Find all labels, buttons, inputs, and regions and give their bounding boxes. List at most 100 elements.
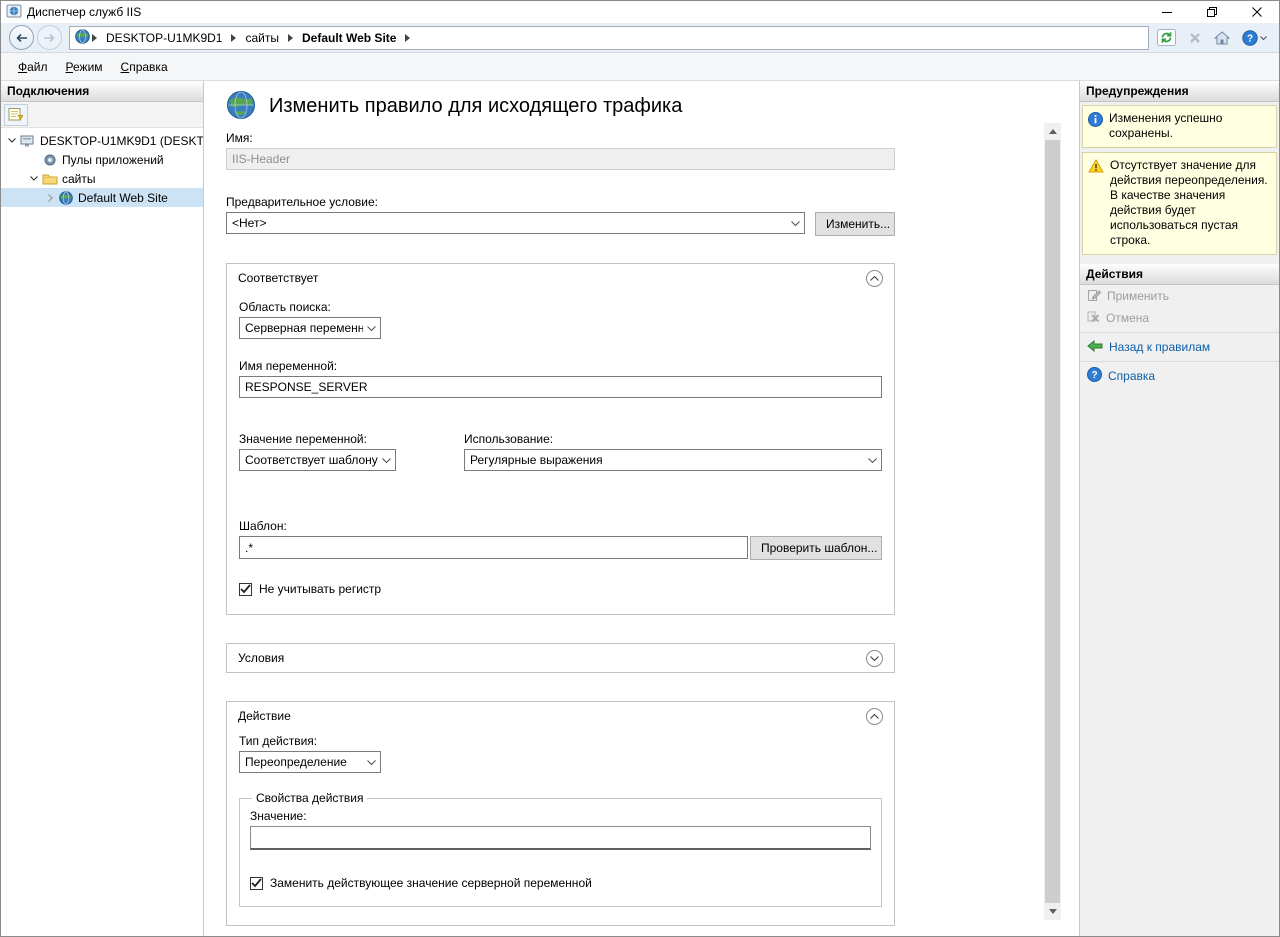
chevron-down-icon — [787, 221, 804, 226]
cancel-action: Отмена — [1080, 307, 1279, 329]
close-button[interactable] — [1234, 1, 1279, 23]
menu-file[interactable]: Файл — [9, 56, 57, 78]
menu-view[interactable]: Режим — [57, 56, 112, 78]
chevron-down-icon — [1049, 909, 1057, 914]
breadcrumb-item-default-web-site[interactable]: Default Web Site — [295, 31, 403, 45]
chevron-down-icon — [870, 656, 879, 661]
chevron-down-icon — [378, 458, 395, 463]
site-icon — [57, 191, 74, 205]
maximize-button[interactable] — [1189, 1, 1234, 23]
conditions-section-title: Условия — [238, 651, 284, 665]
stop-button[interactable] — [1188, 31, 1202, 45]
chevron-expanded-icon[interactable] — [27, 176, 41, 181]
vertical-scrollbar[interactable] — [1044, 123, 1061, 920]
expand-conditions-button[interactable] — [866, 650, 883, 667]
tree-item-label: Пулы приложений — [62, 153, 164, 167]
tree-item-label: сайты — [62, 172, 96, 186]
conditions-section: Условия — [226, 643, 895, 673]
action-type-select[interactable]: Переопределение — [239, 751, 381, 773]
tree-item-app-pools[interactable]: Пулы приложений — [1, 150, 203, 169]
replace-value-checkbox[interactable] — [250, 877, 263, 890]
forward-button[interactable] — [37, 25, 62, 50]
pattern-input[interactable] — [239, 536, 748, 559]
scope-select[interactable]: Серверная переменн — [239, 317, 381, 339]
pattern-label: Шаблон: — [239, 519, 882, 533]
help-icon: ? — [1242, 30, 1258, 46]
variable-name-input[interactable] — [239, 376, 882, 398]
create-connection-icon — [8, 107, 24, 122]
globe-icon — [226, 90, 256, 123]
minimize-button[interactable] — [1144, 1, 1189, 23]
stop-icon — [1188, 31, 1202, 45]
precondition-select[interactable]: <Нет> — [226, 212, 805, 234]
home-button[interactable] — [1214, 31, 1230, 45]
edit-precondition-button[interactable]: Изменить... — [815, 212, 895, 236]
home-icon — [1214, 31, 1230, 45]
help-link[interactable]: ? Справка — [1080, 365, 1279, 387]
menu-help[interactable]: Справка — [112, 56, 177, 78]
chevron-down-icon — [363, 760, 380, 765]
connections-panel: Подключения DESKTOP-U1MK9D1 (DESKTOP Пул… — [1, 81, 204, 936]
collapse-action-button[interactable] — [866, 708, 883, 725]
window-title: Диспетчер служб IIS — [27, 5, 141, 19]
chevron-collapsed-icon[interactable] — [43, 194, 57, 202]
ignore-case-label: Не учитывать регистр — [259, 582, 381, 596]
scroll-thumb[interactable] — [1045, 140, 1060, 903]
cancel-icon — [1087, 311, 1100, 326]
help-icon: ? — [1087, 367, 1102, 385]
tree-item-default-web-site[interactable]: Default Web Site — [1, 188, 203, 207]
variable-value-label: Значение переменной: — [239, 432, 464, 446]
back-button[interactable] — [9, 25, 34, 50]
app-pools-icon — [41, 153, 58, 167]
ignore-case-checkbox[interactable] — [239, 583, 252, 596]
refresh-button[interactable] — [1157, 29, 1176, 46]
match-section: Соответствует Область поиска: Серверная … — [226, 263, 895, 615]
page-title: Изменить правило для исходящего трафика — [269, 95, 682, 118]
chevron-down-icon — [363, 326, 380, 331]
info-icon — [1088, 112, 1103, 130]
back-to-rules-link[interactable]: Назад к правилам — [1080, 336, 1279, 358]
chevron-expanded-icon[interactable] — [5, 138, 19, 143]
svg-text:?: ? — [1247, 33, 1253, 44]
title-bar: Диспетчер служб IIS — [1, 1, 1279, 23]
connections-tree: DESKTOP-U1MK9D1 (DESKTOP Пулы приложений… — [1, 128, 203, 936]
breadcrumb-item-sites[interactable]: сайты — [238, 31, 286, 45]
warning-alert-text: Отсутствует значение для действия переоп… — [1110, 158, 1272, 248]
info-alert: Изменения успешно сохранены. — [1082, 105, 1277, 148]
collapse-match-button[interactable] — [866, 270, 883, 287]
usage-select[interactable]: Регулярные выражения — [464, 449, 882, 471]
close-icon — [1252, 7, 1262, 17]
scroll-down-button[interactable] — [1044, 903, 1061, 920]
action-value-input[interactable] — [250, 826, 871, 850]
tree-item-sites[interactable]: сайты — [1, 169, 203, 188]
address-bar: DESKTOP-U1MK9D1 сайты Default Web Site ? — [1, 23, 1279, 53]
refresh-icon — [1157, 29, 1176, 46]
chevron-right-icon — [90, 34, 99, 42]
back-to-rules-label: Назад к правилам — [1109, 340, 1210, 354]
test-pattern-button[interactable]: Проверить шаблон... — [750, 536, 882, 560]
action-properties-group: Свойства действия Значение: Заменить дей… — [239, 791, 882, 907]
usage-label: Использование: — [464, 432, 882, 446]
name-input — [226, 148, 895, 170]
action-type-label: Тип действия: — [239, 734, 882, 748]
chevron-right-icon — [286, 34, 295, 42]
tree-item-server[interactable]: DESKTOP-U1MK9D1 (DESKTOP — [1, 131, 203, 150]
right-panel: Предупреждения Изменения успешно сохране… — [1079, 81, 1279, 936]
action-section-title: Действие — [238, 709, 291, 723]
svg-text:?: ? — [1091, 370, 1097, 381]
help-button[interactable]: ? — [1242, 30, 1267, 46]
chevron-down-icon — [864, 458, 881, 463]
chevron-up-icon — [870, 276, 879, 281]
scroll-up-button[interactable] — [1044, 123, 1061, 140]
page-title-row: Изменить правило для исходящего трафика — [226, 89, 895, 123]
actions-divider — [1080, 332, 1279, 333]
variable-value-select[interactable]: Соответствует шаблону — [239, 449, 396, 471]
create-connection-button[interactable] — [4, 104, 28, 126]
breadcrumb: DESKTOP-U1MK9D1 сайты Default Web Site — [69, 26, 1149, 50]
breadcrumb-item-server[interactable]: DESKTOP-U1MK9D1 — [99, 31, 229, 45]
alerts-header: Предупреждения — [1080, 81, 1279, 102]
warning-icon — [1088, 159, 1104, 176]
chevron-right-icon — [403, 34, 412, 42]
address-bar-icons: ? — [1157, 29, 1271, 46]
chevron-up-icon — [870, 714, 879, 719]
